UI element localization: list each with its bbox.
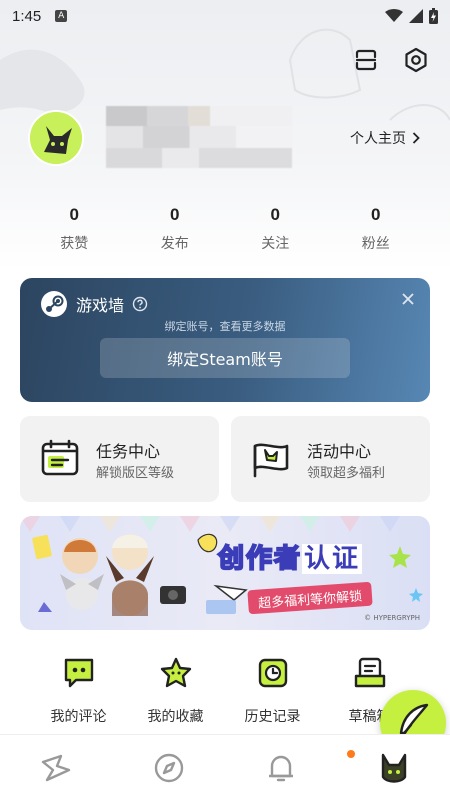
stat-posts[interactable]: 0 发布 (125, 205, 226, 253)
scan-icon (355, 49, 377, 71)
stat-value: 0 (270, 205, 280, 224)
game-wall-subtitle: 绑定账号，查看更多数据 (164, 320, 286, 333)
chevron-right-icon (412, 132, 420, 144)
scan-button[interactable] (352, 46, 380, 74)
stats-row: 0 获赞 0 发布 0 关注 0 粉丝 (24, 205, 426, 253)
banner-title-a: 创作者 (217, 543, 303, 575)
battery-icon (429, 8, 438, 24)
bottom-tab-bar (0, 734, 450, 801)
quick-action-label: 我的收藏 (147, 709, 204, 725)
stat-value: 0 (69, 205, 79, 224)
close-game-wall-button[interactable] (402, 290, 414, 309)
my-favorites-button[interactable]: 我的收藏 (127, 656, 224, 726)
signal-icon (409, 9, 423, 23)
stat-followers[interactable]: 0 粉丝 (326, 205, 427, 253)
tab-home[interactable] (0, 752, 113, 784)
stat-likes[interactable]: 0 获赞 (24, 205, 125, 253)
app-notification-icon: A (55, 10, 68, 22)
calendar-task-icon (41, 439, 79, 476)
game-wall-card: 游戏墙 绑定账号，查看更多数据 绑定Steam账号 (20, 278, 430, 402)
stat-label: 粉丝 (361, 236, 390, 252)
stat-label: 获赞 (60, 236, 89, 252)
wifi-icon (385, 9, 403, 22)
profile-mascot-icon (381, 753, 406, 783)
stat-following[interactable]: 0 关注 (225, 205, 326, 253)
settings-button[interactable] (402, 46, 430, 74)
my-comments-button[interactable]: 我的评论 (30, 656, 127, 726)
home-link-label: 个人主页 (350, 131, 406, 147)
help-icon[interactable] (132, 296, 148, 312)
home-wing-icon (42, 754, 71, 782)
profile-header: 个人主页 (28, 106, 428, 176)
status-bar: 1:45 A (0, 0, 450, 32)
task-center-subtitle: 解锁版区等级 (96, 466, 175, 481)
quick-actions: 我的评论 我的收藏 历史记录 草稿箱 (30, 656, 430, 726)
avatar[interactable] (28, 110, 84, 166)
steam-logo-icon (41, 291, 67, 317)
banner-title: 创作者认证 (217, 538, 363, 575)
activity-center-title: 活动中心 (307, 442, 372, 461)
quick-action-label: 我的评论 (50, 709, 107, 725)
avatar-image (30, 112, 82, 164)
quick-action-label: 历史记录 (244, 709, 301, 725)
history-button[interactable]: 历史记录 (224, 656, 321, 726)
bell-icon (269, 755, 294, 782)
close-icon (402, 293, 414, 305)
history-icon (258, 658, 287, 688)
drafts-icon (354, 657, 385, 688)
feature-cards: 任务中心 解锁版区等级 活动中心 领取超多福利 (20, 416, 430, 502)
task-center-title: 任务中心 (96, 442, 161, 461)
activity-center-subtitle: 领取超多福利 (307, 466, 386, 481)
creator-certification-banner[interactable]: 创作者认证 超多福利等你解锁 © HYPERGRYPH (20, 516, 430, 630)
tab-discover[interactable] (113, 752, 226, 784)
banner-title-b: 认证 (302, 544, 363, 574)
stat-label: 关注 (261, 236, 290, 252)
personal-homepage-link[interactable]: 个人主页 (350, 128, 420, 148)
bind-steam-button[interactable]: 绑定Steam账号 (100, 338, 350, 378)
banner-copyright: © HYPERGRYPH (364, 614, 420, 622)
task-center-card[interactable]: 任务中心 解锁版区等级 (20, 416, 219, 502)
comment-icon (64, 658, 93, 688)
game-wall-title: 游戏墙 (76, 296, 125, 315)
username-blurred (106, 106, 292, 168)
activity-center-card[interactable]: 活动中心 领取超多福利 (231, 416, 430, 502)
stat-value: 0 (170, 205, 180, 224)
gear-icon (405, 47, 427, 73)
tab-notifications[interactable] (225, 750, 355, 784)
stat-label: 发布 (160, 236, 189, 252)
status-time: 1:45 (12, 7, 42, 25)
star-icon (160, 657, 191, 688)
stat-value: 0 (371, 205, 381, 224)
tab-profile[interactable] (338, 751, 450, 785)
flag-icon (253, 443, 289, 478)
compass-icon (154, 753, 183, 783)
